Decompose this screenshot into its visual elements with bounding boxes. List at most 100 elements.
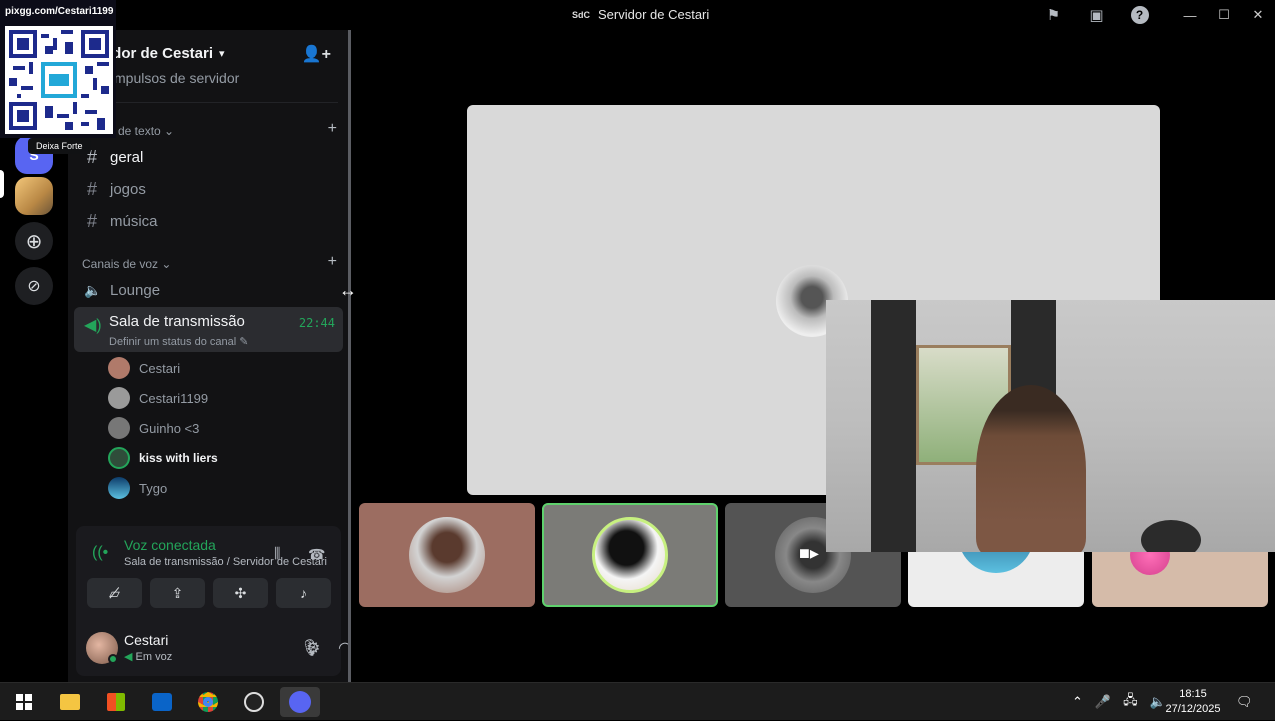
server-name: idor de Cestari xyxy=(108,44,214,62)
windows-start-icon[interactable] xyxy=(4,687,44,717)
user-panel: Cestari ◀ Em voz 🎙 ◠ xyxy=(86,630,352,666)
network-icon[interactable]: 🖧 xyxy=(1123,691,1138,713)
online-status-dot xyxy=(108,654,118,664)
channel-lounge[interactable]: 🔈 Lounge xyxy=(74,275,343,305)
signal-icon: ((• xyxy=(92,544,109,561)
chrome-shape xyxy=(198,692,218,712)
outlook-shape xyxy=(152,693,172,711)
member-name: Cestari1199 xyxy=(139,390,209,406)
voice-member[interactable]: Guinho <3 xyxy=(108,415,199,441)
chrome-icon[interactable] xyxy=(188,687,228,717)
minimize-icon[interactable]: — xyxy=(1173,0,1207,30)
channel-status-link[interactable]: Definir um status do canal ✎ xyxy=(109,335,248,348)
discord-taskbar-icon[interactable] xyxy=(280,687,320,717)
channel-jogos[interactable]: # jogos xyxy=(74,174,343,204)
text-channels-category[interactable]: de texto ⌄ xyxy=(118,124,174,138)
inbox-flag-icon[interactable]: ⚑ xyxy=(1032,0,1075,30)
voice-member[interactable]: kiss with liers xyxy=(108,445,218,471)
inbox-icon[interactable]: ▣ xyxy=(1075,0,1118,30)
store-icon[interactable] xyxy=(96,687,136,717)
member-name: kiss with liers xyxy=(139,451,218,465)
voice-channels-category[interactable]: Canais de voz ⌄ xyxy=(82,257,171,271)
discord-shape xyxy=(289,691,311,713)
help-icon[interactable]: ? xyxy=(1118,0,1161,30)
category-label: de texto xyxy=(118,124,161,138)
folder-shape xyxy=(60,694,80,710)
qr-code-graphic xyxy=(9,30,109,130)
voice-connected-subtitle[interactable]: Sala de transmissão / Servidor de Cestar… xyxy=(124,556,327,568)
store-shape xyxy=(107,693,125,711)
category-label: Canais de voz xyxy=(82,257,159,271)
channel-label: música xyxy=(110,212,158,230)
obs-icon[interactable] xyxy=(234,687,274,717)
titlebar-controls: ⚑ ▣ ? — ☐ ✕ xyxy=(1032,0,1275,30)
divider xyxy=(80,102,338,103)
avatar xyxy=(409,517,485,593)
maximize-icon[interactable]: ☐ xyxy=(1207,0,1241,30)
windows-taskbar: ⌃ 🎤 🖧 🔈 18:15 27/12/2025 🗨 xyxy=(0,682,1275,720)
channel-label: jogos xyxy=(110,180,146,198)
chevron-up-icon[interactable]: ⌃ xyxy=(1072,694,1083,710)
voice-connected-title[interactable]: Voz conectada xyxy=(124,537,216,553)
close-icon[interactable]: ✕ xyxy=(1241,0,1275,30)
channel-active-voice[interactable]: ◀) Sala de transmissão 22:44 Definir um … xyxy=(74,307,343,352)
channel-label: geral xyxy=(110,148,144,166)
status-text: Definir um status do canal xyxy=(109,336,237,348)
voice-stage: ■▸ xyxy=(351,30,1275,682)
participant-tile[interactable] xyxy=(359,503,535,607)
add-text-channel-icon[interactable]: + xyxy=(328,120,337,138)
member-name: Guinho <3 xyxy=(139,420,200,436)
speaker-small-icon: ◀ xyxy=(124,651,133,663)
person xyxy=(976,385,1086,552)
clock-time: 18:15 xyxy=(1179,688,1207,700)
server-icon-other[interactable] xyxy=(15,177,53,215)
channel-label: Lounge xyxy=(110,281,161,299)
member-name: Cestari xyxy=(139,360,181,376)
screen-share-icon[interactable]: ⇪ xyxy=(150,578,205,608)
hash-icon: # xyxy=(86,210,97,231)
tooltip: Deixa Forte xyxy=(28,138,91,154)
fan xyxy=(1141,520,1201,552)
username[interactable]: Cestari xyxy=(124,632,168,648)
resize-cursor-icon: ↔ xyxy=(339,280,357,300)
stream-overlay-qr: pixgg.com/Cestari1199 xyxy=(0,0,116,138)
disconnect-icon[interactable]: ☎ xyxy=(308,546,325,563)
selected-server-indicator xyxy=(0,170,4,198)
activities-icon[interactable]: ✣ xyxy=(213,578,268,608)
voice-actions: ▱̸ ⇪ ✣ ♪ xyxy=(87,578,331,608)
window-title: Servidor de Cestari xyxy=(598,7,710,22)
avatar xyxy=(108,477,130,499)
outlook-icon[interactable] xyxy=(142,687,182,717)
speaker-active-icon: ◀) xyxy=(84,317,102,334)
camera-off-icon[interactable]: ▱̸ xyxy=(87,578,142,608)
obs-shape xyxy=(244,692,264,712)
channel-geral[interactable]: # geral xyxy=(74,142,343,172)
clock[interactable]: 18:15 27/12/2025 xyxy=(1162,687,1224,717)
member-name: Tygo xyxy=(139,480,168,496)
noise-suppression-icon[interactable]: ⫼ xyxy=(274,545,280,562)
voice-member[interactable]: Tygo xyxy=(108,475,167,501)
user-status: ◀ Em voz xyxy=(124,650,172,663)
voice-member[interactable]: Cestari1199 xyxy=(108,385,208,411)
add-server-button[interactable]: ⊕ xyxy=(15,222,53,260)
invite-user-icon[interactable]: 👤+ xyxy=(302,44,331,64)
window-titlebar: SdC Servidor de Cestari ⚑ ▣ ? — ☐ ✕ xyxy=(0,0,1275,30)
soundboard-icon[interactable]: ♪ xyxy=(276,578,331,608)
avatar xyxy=(108,387,130,409)
add-voice-channel-icon[interactable]: + xyxy=(328,253,337,271)
server-boosts-link[interactable]: mpulsos de servidor xyxy=(114,70,239,86)
compass-icon[interactable]: ⊘ xyxy=(15,267,53,305)
avatar xyxy=(592,517,668,593)
curtain-left xyxy=(871,300,916,552)
voice-timer: 22:44 xyxy=(298,316,335,330)
camera-icon: ■▸ xyxy=(799,543,819,563)
voice-connection-panel: ((• Voz conectada Sala de transmissão / … xyxy=(76,526,352,676)
server-badge: SdC xyxy=(572,9,590,20)
microphone-tray-icon[interactable]: 🎤 xyxy=(1095,694,1111,710)
channel-musica[interactable]: # música xyxy=(74,206,343,236)
voice-member[interactable]: Cestari xyxy=(108,355,180,381)
settings-icon[interactable]: ⚙ xyxy=(306,638,320,658)
file-explorer-icon[interactable] xyxy=(50,687,90,717)
notifications-icon[interactable]: 🗨 xyxy=(1236,683,1253,721)
participant-tile-speaking[interactable] xyxy=(542,503,718,607)
